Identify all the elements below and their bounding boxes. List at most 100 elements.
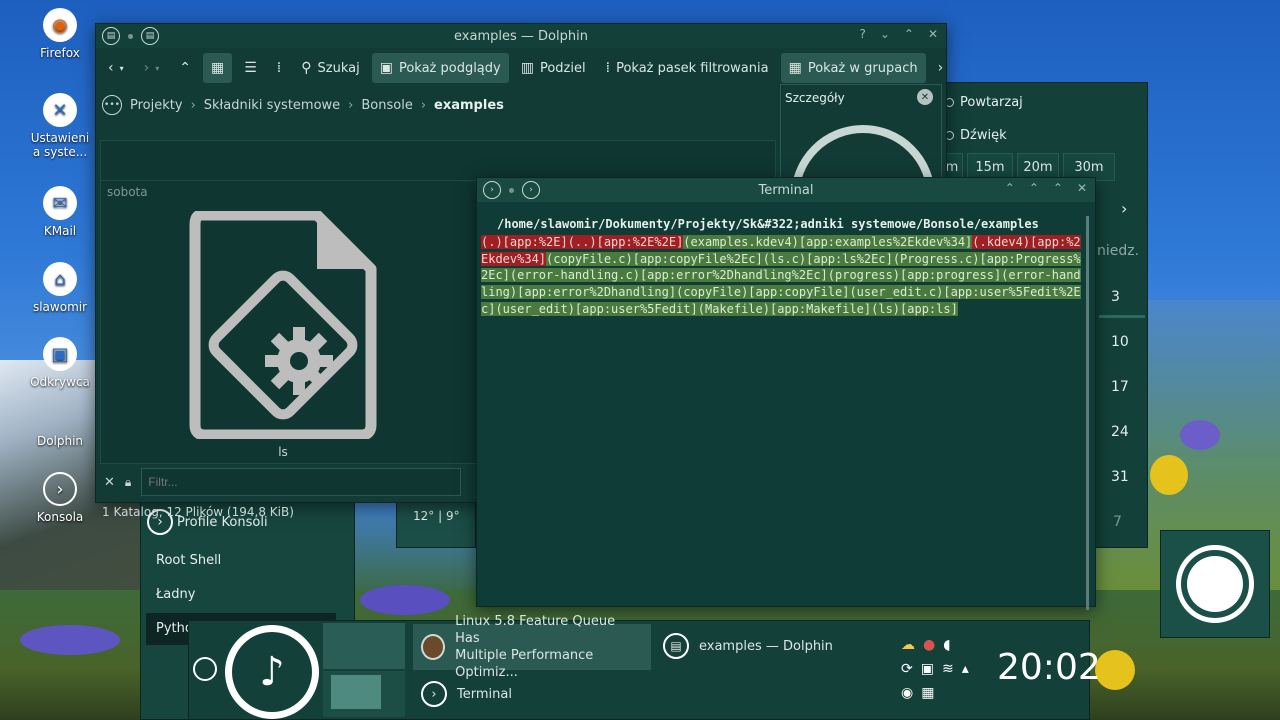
breadcrumb-item[interactable]: Bonsole bbox=[361, 98, 412, 113]
profile-item[interactable]: Ładny bbox=[156, 587, 195, 602]
close-icon[interactable]: ✕ bbox=[917, 89, 933, 105]
guitar-icon: ♪ bbox=[232, 632, 312, 712]
notification-icon[interactable]: ● bbox=[923, 637, 935, 653]
app-launcher-button[interactable]: ♪ bbox=[225, 625, 319, 719]
konsole-icon[interactable]: › bbox=[522, 181, 540, 199]
system-tray-row-3: ◉ ▦ bbox=[901, 685, 934, 701]
groups-button[interactable]: ▦ Pokaż w grupach bbox=[780, 53, 926, 83]
wallpaper-flower bbox=[1150, 455, 1188, 495]
breadcrumb-current[interactable]: examples bbox=[434, 98, 504, 113]
calendar-day[interactable]: 7 bbox=[1113, 514, 1122, 530]
network-icon[interactable]: ≋ bbox=[942, 661, 954, 677]
filter-input[interactable] bbox=[141, 468, 462, 496]
konsole-icon: › bbox=[43, 472, 77, 506]
more-button[interactable]: › bbox=[930, 53, 952, 83]
pager-desktop-1[interactable] bbox=[323, 623, 405, 669]
task-terminal[interactable]: › Terminal bbox=[421, 681, 512, 707]
desktop-icon-label: KMail bbox=[43, 224, 77, 238]
wallpaper-flower bbox=[1095, 650, 1135, 690]
desktop-icon-home[interactable]: ⌂ slawomir bbox=[20, 262, 100, 314]
calendar-day[interactable]: 10 bbox=[1111, 334, 1129, 350]
volume-icon[interactable]: ◖ bbox=[943, 637, 950, 653]
eye-icon[interactable]: ◉ bbox=[901, 685, 913, 701]
places-icon[interactable]: ••• bbox=[102, 95, 122, 115]
terminal-listing: (.)[app:%2E](..)[app:%2E%2E](examples.kd… bbox=[481, 234, 1091, 318]
calendar-day[interactable]: 24 bbox=[1111, 424, 1129, 440]
back-button[interactable]: ‹ ▾ bbox=[100, 53, 132, 83]
desktop-icon-dolphin[interactable]: ▤ Dolphin bbox=[20, 396, 100, 448]
details-view-button[interactable]: ☰ bbox=[236, 53, 265, 83]
filterbar-button[interactable]: ⁞ Pokaż pasek filtrowania bbox=[598, 53, 777, 83]
shade-icon[interactable]: ⌃ bbox=[1029, 181, 1039, 195]
calendar-day[interactable]: 17 bbox=[1111, 379, 1129, 395]
lock-icon[interactable]: ▣ bbox=[921, 661, 934, 677]
minimize-icon[interactable]: ⌃ bbox=[1005, 181, 1015, 195]
desktop-icon-label: slawomir bbox=[32, 300, 88, 314]
terminal-titlebar[interactable]: › › Terminal ⌃ ⌃ ⌃ ✕ bbox=[477, 178, 1095, 202]
pin-icon[interactable] bbox=[128, 33, 133, 39]
terminal-scrollbar[interactable] bbox=[1086, 216, 1089, 610]
split-button[interactable]: ▥ Podziel bbox=[513, 53, 594, 83]
pin-icon[interactable] bbox=[509, 187, 514, 193]
chevron-down-icon: ▾ bbox=[119, 63, 124, 73]
desktop-icon-discover[interactable]: ▣ Odkrywca bbox=[20, 337, 100, 389]
desktop-icon-firefox[interactable]: ◉ Firefox bbox=[20, 8, 100, 60]
lock-icon[interactable]: 🔒︎ bbox=[125, 475, 131, 490]
grid-icon: ▦ bbox=[210, 60, 225, 76]
calendar-day[interactable]: 3 bbox=[1111, 289, 1120, 305]
chevron-right-icon: › bbox=[143, 60, 150, 76]
icons-view-button[interactable]: ▦ bbox=[202, 53, 233, 83]
titlebar-left-controls: › › bbox=[483, 181, 540, 199]
breadcrumb-separator: › bbox=[348, 97, 354, 113]
digital-clock[interactable]: 20:02 bbox=[997, 647, 1101, 688]
desktop-icon-konsole[interactable]: › Konsola bbox=[20, 472, 100, 524]
activity-icon[interactable] bbox=[193, 657, 217, 681]
search-button[interactable]: ⚲ Szukaj bbox=[293, 53, 367, 83]
weather-icon[interactable]: ☁ bbox=[901, 637, 915, 653]
desktop-icon-kmail[interactable]: ✉ KMail bbox=[20, 186, 100, 238]
minimize-icon[interactable]: ⌄ bbox=[880, 27, 890, 41]
dolphin-titlebar[interactable]: ▤ ▤ examples — Dolphin ? ⌄ ⌃ ✕ bbox=[96, 24, 946, 48]
maximize-icon[interactable]: ⌃ bbox=[904, 27, 914, 41]
desktop-icon-label: Ustawieni bbox=[30, 131, 90, 145]
discover-icon: ▣ bbox=[43, 337, 77, 371]
calendar-day[interactable]: 31 bbox=[1111, 469, 1129, 485]
menu-icon[interactable]: ▤ bbox=[102, 27, 120, 45]
maximize-icon[interactable]: ⌃ bbox=[1053, 181, 1063, 195]
chevron-right-icon[interactable]: › bbox=[1121, 199, 1127, 218]
close-icon[interactable]: ✕ bbox=[928, 27, 938, 41]
repeat-option[interactable]: Powtarzaj bbox=[945, 95, 1023, 110]
close-icon[interactable]: ✕ bbox=[1077, 181, 1087, 195]
task-firefox[interactable]: Linux 5.8 Feature Queue Has Multiple Perf… bbox=[413, 614, 651, 680]
up-button[interactable]: ⌃ bbox=[171, 53, 199, 83]
filter-icon: ⁞ bbox=[605, 60, 611, 76]
terminal-segment: (examples.kdev4)[app:examples%2Ekdev%34] bbox=[683, 234, 973, 249]
preview-button[interactable]: ▣ Pokaż podglądy bbox=[371, 53, 509, 83]
updates-icon[interactable]: ⟳ bbox=[901, 661, 913, 677]
app-icon[interactable]: ▤ bbox=[141, 27, 159, 45]
breadcrumb-item[interactable]: Projekty bbox=[130, 98, 183, 113]
help-icon[interactable]: ? bbox=[859, 27, 865, 41]
calendar-header-day: niedz. bbox=[1097, 243, 1140, 259]
konsole-icon[interactable]: › bbox=[483, 181, 501, 199]
file-name: ls bbox=[278, 445, 288, 459]
titlebar-right-controls: ⌃ ⌃ ⌃ ✕ bbox=[1005, 181, 1087, 195]
expand-tray-icon[interactable]: ▴ bbox=[962, 661, 969, 677]
pager-desktop-2[interactable] bbox=[323, 671, 405, 717]
desktop-icon-label: Firefox bbox=[40, 46, 80, 60]
record-button[interactable] bbox=[1176, 545, 1254, 623]
task-label: Multiple Performance Optimiz... bbox=[455, 648, 594, 680]
task-dolphin[interactable]: ▤ examples — Dolphin bbox=[663, 633, 833, 659]
terminal-body[interactable]: /home/slawomir/Dokumenty/Projekty/Sk&#32… bbox=[477, 202, 1095, 610]
file-item[interactable]: ls bbox=[189, 209, 377, 459]
sound-option[interactable]: Dźwięk bbox=[945, 128, 1007, 143]
breadcrumb-item[interactable]: Składniki systemowe bbox=[204, 98, 340, 113]
terminal-output: /home/slawomir/Dokumenty/Projekty/Sk&#32… bbox=[477, 202, 1095, 318]
profile-item[interactable]: Root Shell bbox=[156, 553, 221, 568]
compact-view-button[interactable]: ⁞ bbox=[269, 53, 289, 83]
desktop-icon-settings[interactable]: ✕ Ustawieni a syste... bbox=[20, 93, 100, 159]
close-icon[interactable]: ✕ bbox=[104, 475, 115, 490]
clipboard-icon[interactable]: ▦ bbox=[921, 685, 934, 701]
home-icon: ⌂ bbox=[43, 262, 77, 296]
forward-button[interactable]: › ▾ bbox=[136, 53, 168, 83]
